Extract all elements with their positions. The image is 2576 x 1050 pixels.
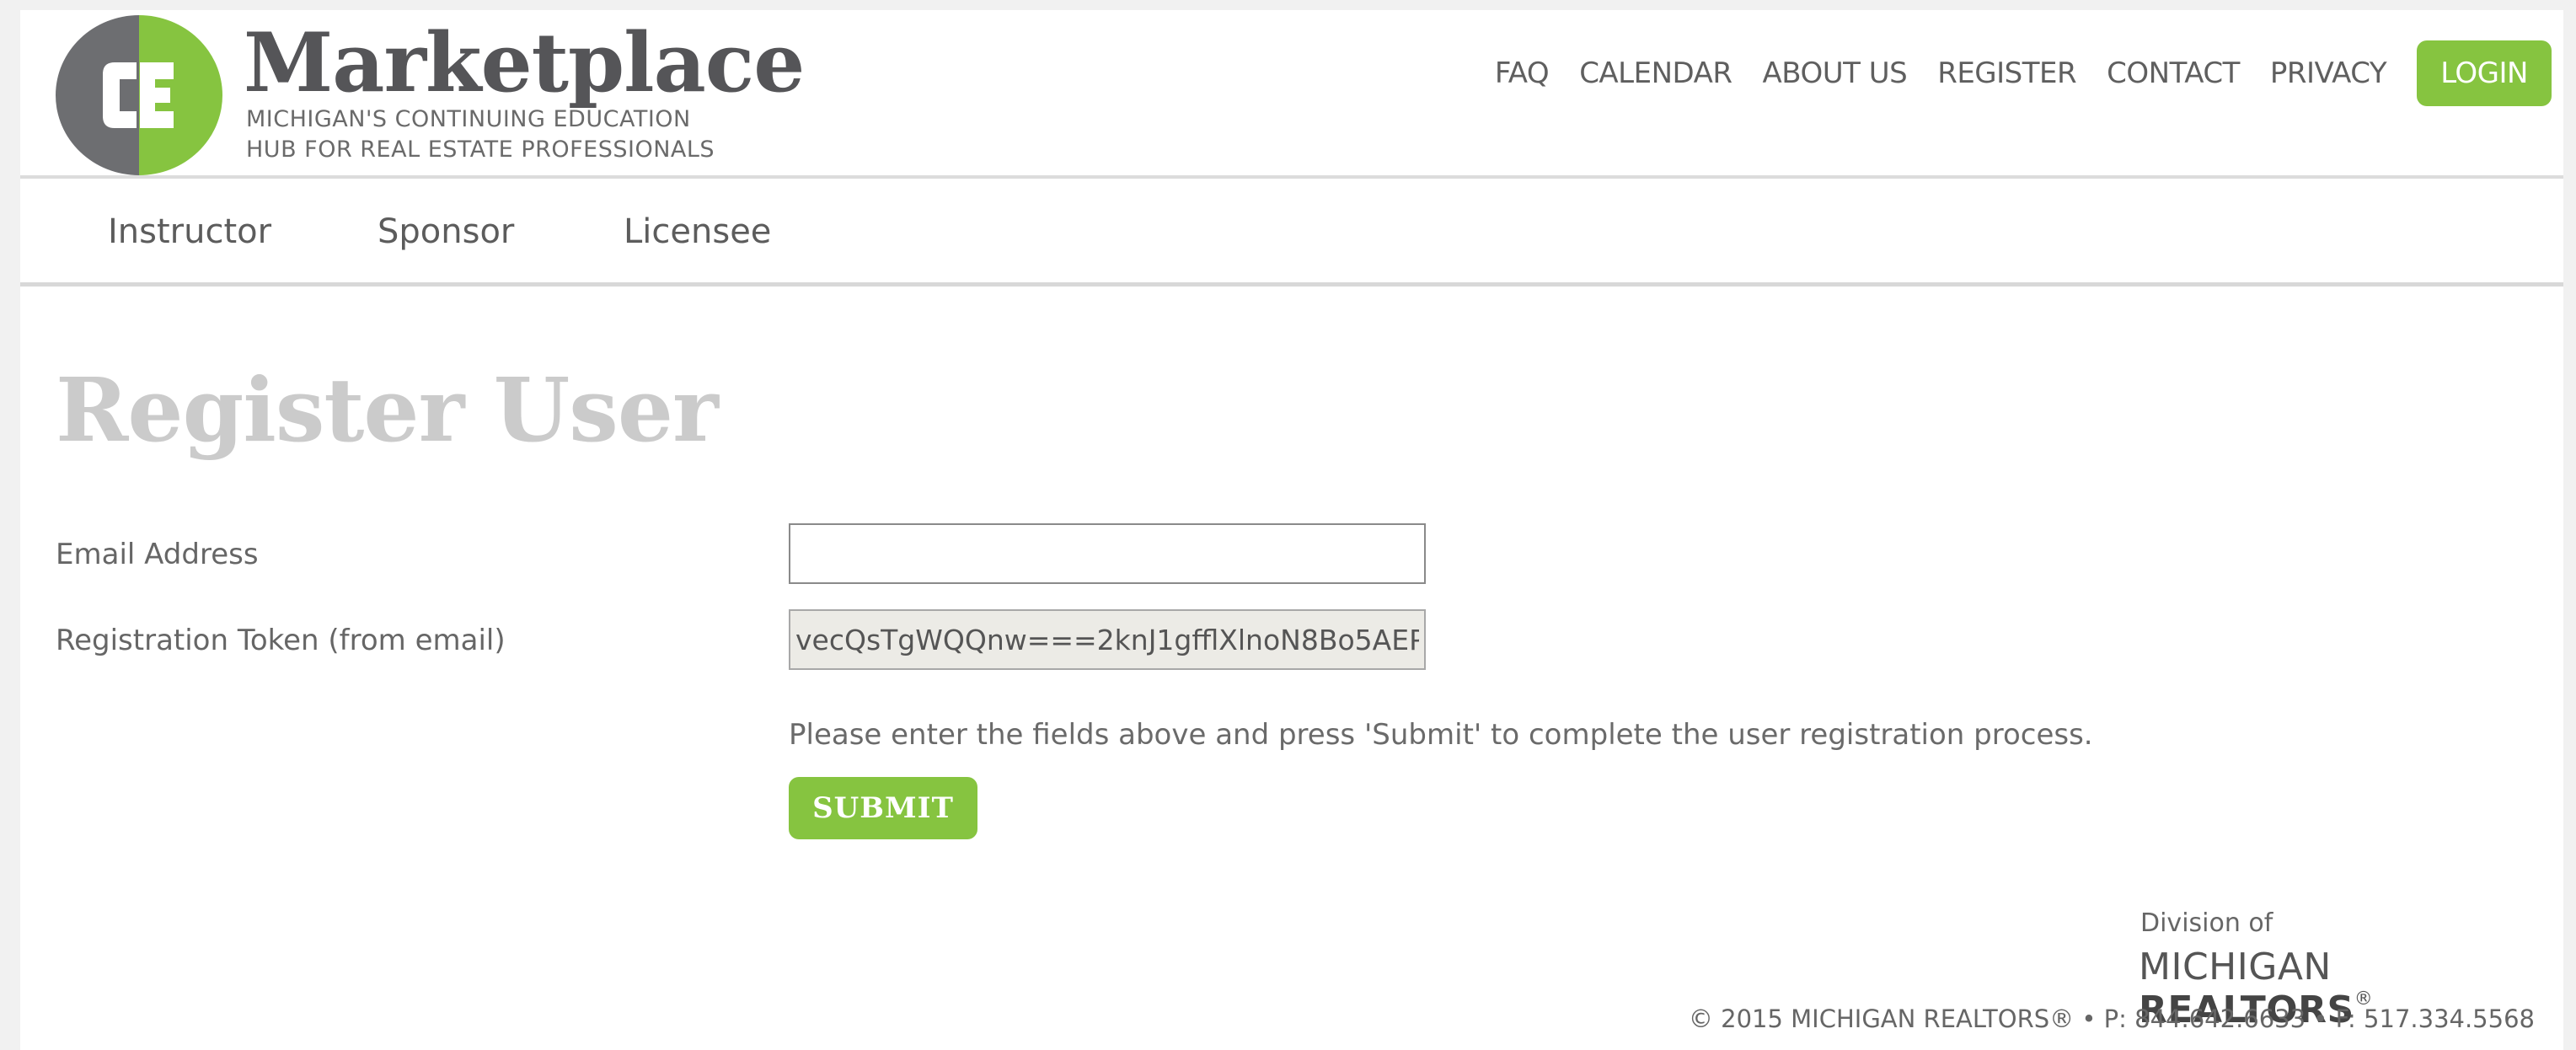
subnav-licensee[interactable]: Licensee — [624, 212, 771, 251]
org-name-light: MICHIGAN — [2139, 946, 2332, 988]
subnav-instructor[interactable]: Instructor — [108, 212, 271, 251]
tagline-line-2: HUB FOR REAL ESTATE PROFESSIONALS — [246, 137, 715, 163]
login-button[interactable]: LOGIN — [2417, 40, 2552, 106]
instructions-text: Please enter the fields above and press … — [789, 718, 2093, 752]
page-frame: Marketplace MICHIGAN'S CONTINUING EDUCAT… — [20, 10, 2563, 1050]
copyright-text: © 2015 MICHIGAN REALTORS® • P: 844.642.6… — [1688, 1004, 2535, 1033]
nav-faq[interactable]: FAQ — [1495, 56, 1550, 90]
subnav-sponsor[interactable]: Sponsor — [378, 212, 514, 251]
tagline-line-1: MICHIGAN'S CONTINUING EDUCATION — [246, 106, 691, 132]
page-title: Register User — [56, 358, 719, 462]
nav-privacy[interactable]: PRIVACY — [2270, 56, 2387, 90]
brand-tagline: MICHIGAN'S CONTINUING EDUCATION HUB FOR … — [246, 104, 715, 165]
brand-name[interactable]: Marketplace — [244, 17, 805, 110]
registration-token-field[interactable] — [789, 609, 1426, 670]
nav-calendar[interactable]: CALENDAR — [1579, 56, 1733, 90]
submit-button[interactable]: SUBMIT — [789, 777, 977, 839]
email-label: Email Address — [56, 538, 259, 571]
nav-register[interactable]: REGISTER — [1937, 56, 2076, 90]
nav-contact[interactable]: CONTACT — [2107, 56, 2240, 90]
token-label: Registration Token (from email) — [56, 624, 506, 657]
nav-about-us[interactable]: ABOUT US — [1763, 56, 1908, 90]
ce-logo-icon[interactable] — [56, 15, 222, 175]
division-label: Division of — [2140, 908, 2273, 938]
top-navigation: FAQ CALENDAR ABOUT US REGISTER CONTACT P… — [1465, 40, 2552, 106]
site-header: Marketplace MICHIGAN'S CONTINUING EDUCAT… — [20, 10, 2563, 179]
email-field[interactable] — [789, 523, 1426, 584]
role-navigation: Instructor Sponsor Licensee — [20, 182, 2563, 287]
